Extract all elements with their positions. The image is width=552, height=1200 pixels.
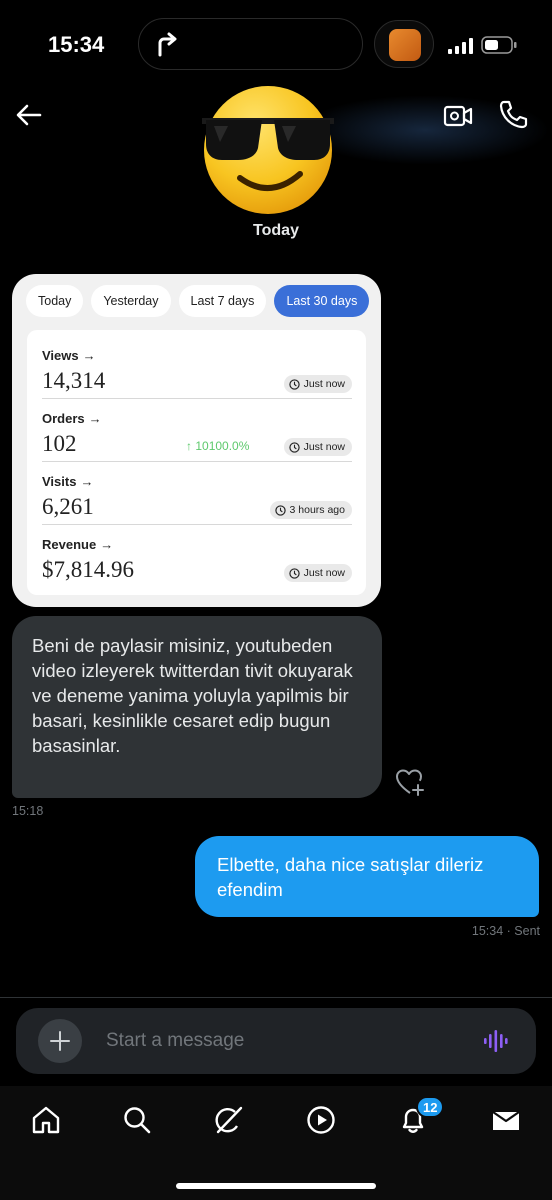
arrow-right-icon: → — [82, 348, 96, 363]
home-icon[interactable] — [30, 1104, 62, 1136]
status-time: 15:34 — [48, 32, 105, 57]
composer-divider — [0, 997, 552, 998]
video-icon[interactable] — [305, 1104, 337, 1136]
tab-last-7-days[interactable]: Last 7 days — [178, 285, 267, 317]
updated-text: Just now — [303, 441, 345, 453]
period-tabs: Today Yesterday Last 7 days Last 30 days — [26, 285, 370, 317]
stat-label: Orders → — [42, 411, 102, 426]
stat-label: Visits → — [42, 474, 93, 489]
arrow-right-icon: → — [88, 411, 102, 426]
search-icon[interactable] — [121, 1104, 153, 1136]
back-arrow-icon[interactable] — [12, 98, 46, 132]
stat-label: Revenue → — [42, 537, 113, 552]
change-indicator: ↑ 10100.0% — [186, 439, 249, 453]
grok-icon[interactable] — [213, 1104, 245, 1136]
shared-stats-card[interactable]: Today Yesterday Last 7 days Last 30 days… — [12, 274, 381, 607]
clock-icon — [288, 567, 300, 579]
message-input[interactable] — [106, 1028, 456, 1054]
tab-last-30-days[interactable]: Last 30 days — [274, 285, 370, 317]
stat-label-text: Views — [42, 348, 79, 363]
dynamic-island[interactable] — [138, 18, 363, 70]
updated-badge: Just now — [283, 375, 352, 393]
tab-today[interactable]: Today — [26, 285, 84, 317]
clock-icon — [274, 504, 286, 516]
messages-icon[interactable] — [490, 1104, 522, 1136]
updated-badge: Just now — [283, 438, 352, 456]
stat-row-visits[interactable]: Visits → 6,261 3 hours ago — [42, 462, 352, 525]
change-value: 10100.0% — [195, 439, 250, 453]
live-activity-app[interactable] — [374, 20, 434, 68]
arrow-right-icon: → — [100, 537, 114, 552]
stat-value: 102 — [42, 431, 77, 456]
bottom-nav: 12 — [0, 1086, 552, 1200]
message-composer — [16, 1008, 536, 1074]
incoming-message-time: 15:18 — [12, 804, 44, 818]
attach-button[interactable] — [38, 1019, 82, 1063]
incoming-message-bubble[interactable]: Beni de paylasir misiniz, youtubeden vid… — [12, 616, 382, 798]
status-bar: 15:34 — [0, 0, 552, 90]
tab-yesterday[interactable]: Yesterday — [91, 285, 171, 317]
phone-call-icon[interactable] — [496, 97, 530, 131]
outgoing-message-bubble[interactable]: Elbette, daha nice satışlar dileriz efen… — [195, 836, 539, 917]
stat-label-text: Orders — [42, 411, 85, 426]
battery-icon — [481, 36, 517, 54]
app-icon — [389, 29, 421, 61]
updated-badge: Just now — [283, 564, 352, 582]
add-reaction-icon[interactable] — [394, 766, 426, 798]
updated-text: 3 hours ago — [289, 504, 345, 516]
stats-panel: Views → 14,314 Just now Orders → 102 ↑ 101… — [27, 330, 366, 595]
plus-icon — [50, 1031, 70, 1051]
updated-text: Just now — [303, 378, 345, 390]
stat-value: 14,314 — [42, 368, 106, 393]
updated-text: Just now — [303, 567, 345, 579]
cellular-signal-icon — [448, 38, 473, 54]
notifications-badge: 12 — [416, 1096, 445, 1118]
arrow-right-icon: → — [80, 474, 94, 489]
stat-label-text: Visits — [42, 474, 77, 489]
outgoing-message-status: 15:34 · Sent — [471, 924, 540, 938]
arrow-up-icon: ↑ — [186, 439, 192, 453]
voice-message-icon[interactable] — [482, 1027, 510, 1055]
updated-badge: 3 hours ago — [269, 501, 352, 519]
video-call-icon[interactable] — [441, 99, 475, 133]
stat-value: $7,814.96 — [42, 557, 134, 582]
avatar[interactable] — [198, 82, 338, 216]
stat-value: 6,261 — [42, 494, 94, 519]
turn-right-arrow-icon — [158, 32, 177, 57]
clock-icon — [288, 441, 300, 453]
stat-row-orders[interactable]: Orders → 102 ↑ 10100.0% Just now — [42, 399, 352, 462]
stat-row-views[interactable]: Views → 14,314 Just now — [42, 336, 352, 399]
clock-icon — [288, 378, 300, 390]
home-indicator — [176, 1183, 376, 1189]
stat-row-revenue[interactable]: Revenue → $7,814.96 Just now — [42, 525, 352, 588]
conversation-date-label: Today — [253, 222, 299, 239]
stat-label: Views → — [42, 348, 96, 363]
stat-label-text: Revenue — [42, 537, 97, 552]
